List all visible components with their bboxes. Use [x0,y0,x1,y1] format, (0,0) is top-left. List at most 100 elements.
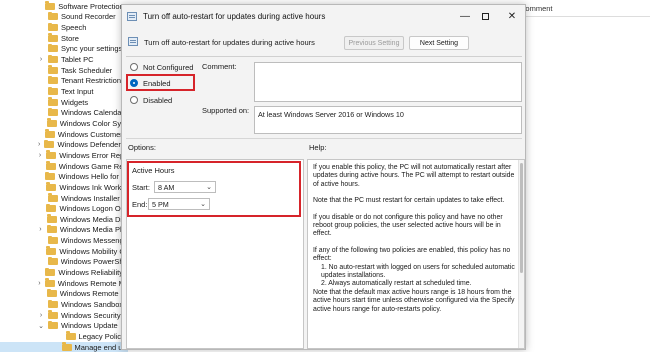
tree-item-label: Windows Installer [61,193,120,203]
tree-item[interactable]: › Windows Media Player [0,224,128,236]
tree-item[interactable]: Windows Customer Experience [0,129,128,140]
policy-tree: Software Protection PlatformSound Record… [0,0,128,352]
folder-icon [45,267,56,277]
enabled-highlight-box [126,74,195,91]
radio-circle[interactable] [130,63,138,71]
comment-field[interactable] [254,62,522,102]
tree-item-label: Widgets [61,97,89,107]
tree-item[interactable]: Windows Color System [0,118,128,129]
radio-disabled[interactable]: Disabled [130,94,172,106]
folder-icon [46,150,57,159]
chevron-right-icon[interactable]: › [36,280,43,287]
tree-item-label: Windows Color System [59,118,128,128]
tree-item[interactable]: Text Input [0,86,128,97]
tree-item[interactable]: Windows Reliability Analysis [0,267,128,278]
folder-icon [46,246,57,255]
tree-item[interactable]: Tenant Restrictions [0,75,128,87]
tree-item-label: Store [61,33,79,43]
previous-setting-button[interactable]: Previous Setting [344,36,404,50]
chevron-down-icon[interactable]: ⌄ [36,322,46,330]
help-paragraph: Note that the PC must restart for certai… [313,197,505,205]
tree-item-label: Windows Logon Options [59,204,128,214]
policy-name: Turn off auto-restart for updates during… [144,38,315,47]
close-icon[interactable]: ✕ [505,9,519,23]
tree-item[interactable]: Sync your settings [0,43,128,55]
title-bar: Turn off auto-restart for updates during… [122,5,525,27]
folder-icon [44,139,55,149]
tree-item[interactable]: Manage end user experience [0,341,128,352]
chevron-right-icon[interactable]: › [36,141,42,148]
tree-item-label: Software Protection Platform [58,1,128,11]
folder-icon [47,256,58,266]
tree-item-label: Windows Ink Workspace [59,182,128,192]
folder-icon [44,129,55,138]
tree-item[interactable]: Legacy Policies [0,331,128,342]
next-setting-button[interactable]: Next Setting [409,36,469,50]
folder-icon [46,224,57,234]
folder-icon [48,310,58,319]
comment-label: Comment: [202,62,237,71]
tree-item[interactable]: Windows Remote Shell [0,288,128,300]
tree-item-label: Speech [61,23,87,33]
radio-circle[interactable] [130,96,138,104]
folder-icon [48,75,58,85]
tree-item[interactable]: Windows Sandbox [0,299,128,310]
tree-item[interactable]: Speech [0,22,128,33]
minimize-icon[interactable]: — [458,9,472,23]
tree-item[interactable]: Windows Logon Options [0,203,128,214]
radio-not-configured[interactable]: Not Configured [130,61,193,73]
tree-item[interactable]: Windows Ink Workspace [0,182,128,193]
tree-item[interactable]: Sound Recorder [0,11,128,23]
tree-item[interactable]: › Tablet PC [0,54,128,65]
folder-icon [48,97,58,106]
scrollbar-thumb[interactable] [520,163,523,273]
tree-item[interactable]: Windows Installer [0,193,128,204]
tree-item[interactable]: Windows Game Recording [0,161,128,172]
tree-item-label: Tablet PC [61,55,94,65]
tree-item[interactable]: Store [0,33,128,44]
tree-item[interactable]: › Windows Security [0,310,128,321]
tree-item[interactable]: Task Scheduler [0,65,128,76]
tree-item[interactable]: Windows Calendar [0,107,128,119]
tree-item-label: Text Input [61,87,94,97]
folder-icon [48,65,58,74]
folder-icon [65,331,76,340]
help-scrollbar[interactable] [518,160,524,348]
tree-item[interactable]: Widgets [0,97,128,108]
tree-item[interactable]: › Windows Defender SmartScreen [0,139,128,150]
tree-item[interactable]: Windows Mobility Center [0,246,128,257]
supported-on-field: At least Windows Server 2016 or Windows … [254,106,522,134]
tree-item-label: Windows Calendar [61,108,124,118]
chevron-right-icon[interactable]: › [36,56,46,63]
folder-icon [48,33,58,42]
help-paragraph: If any of the following two policies are… [313,246,511,263]
folder-icon [46,203,57,213]
radio-disabled-label: Disabled [143,95,173,105]
folder-icon [48,22,58,32]
tree-item-label: Windows Update [61,321,118,331]
help-paragraph: If you enable this policy, the PC will n… [313,164,515,188]
help-panel: If you enable this policy, the PC will n… [307,159,525,349]
chevron-right-icon[interactable]: › [36,152,44,159]
tree-item-label: Windows Defender SmartScreen [57,140,128,150]
tree-item[interactable]: Windows Hello for Business [0,171,128,182]
tree-item[interactable]: Windows PowerShell [0,256,128,268]
tree-item[interactable]: Software Protection Platform [0,1,128,12]
help-list-item: 2. Always automatically restart at sched… [321,280,472,288]
maximize-icon[interactable] [478,9,492,23]
tree-item[interactable]: Windows Messenger [0,235,128,246]
folder-icon [45,161,56,170]
policy-setting-icon [128,37,138,46]
tree-item-label: Windows Remote Management [57,278,128,288]
tree-item[interactable]: › Windows Error Reporting [0,150,128,161]
header-divider [520,16,650,17]
header-divider [126,56,522,57]
radio-not-configured-label: Not Configured [143,62,194,72]
tree-item-label: Windows Game Recording [58,161,128,171]
tree-item[interactable]: › Windows Remote Management [0,278,128,289]
tree-item[interactable]: Windows Media Digital [0,214,128,225]
chevron-right-icon[interactable]: › [36,226,45,233]
chevron-right-icon[interactable]: › [36,312,46,319]
help-note: Note that the default max active hours r… [313,288,515,313]
tree-item[interactable]: ⌄ Windows Update [0,320,128,332]
